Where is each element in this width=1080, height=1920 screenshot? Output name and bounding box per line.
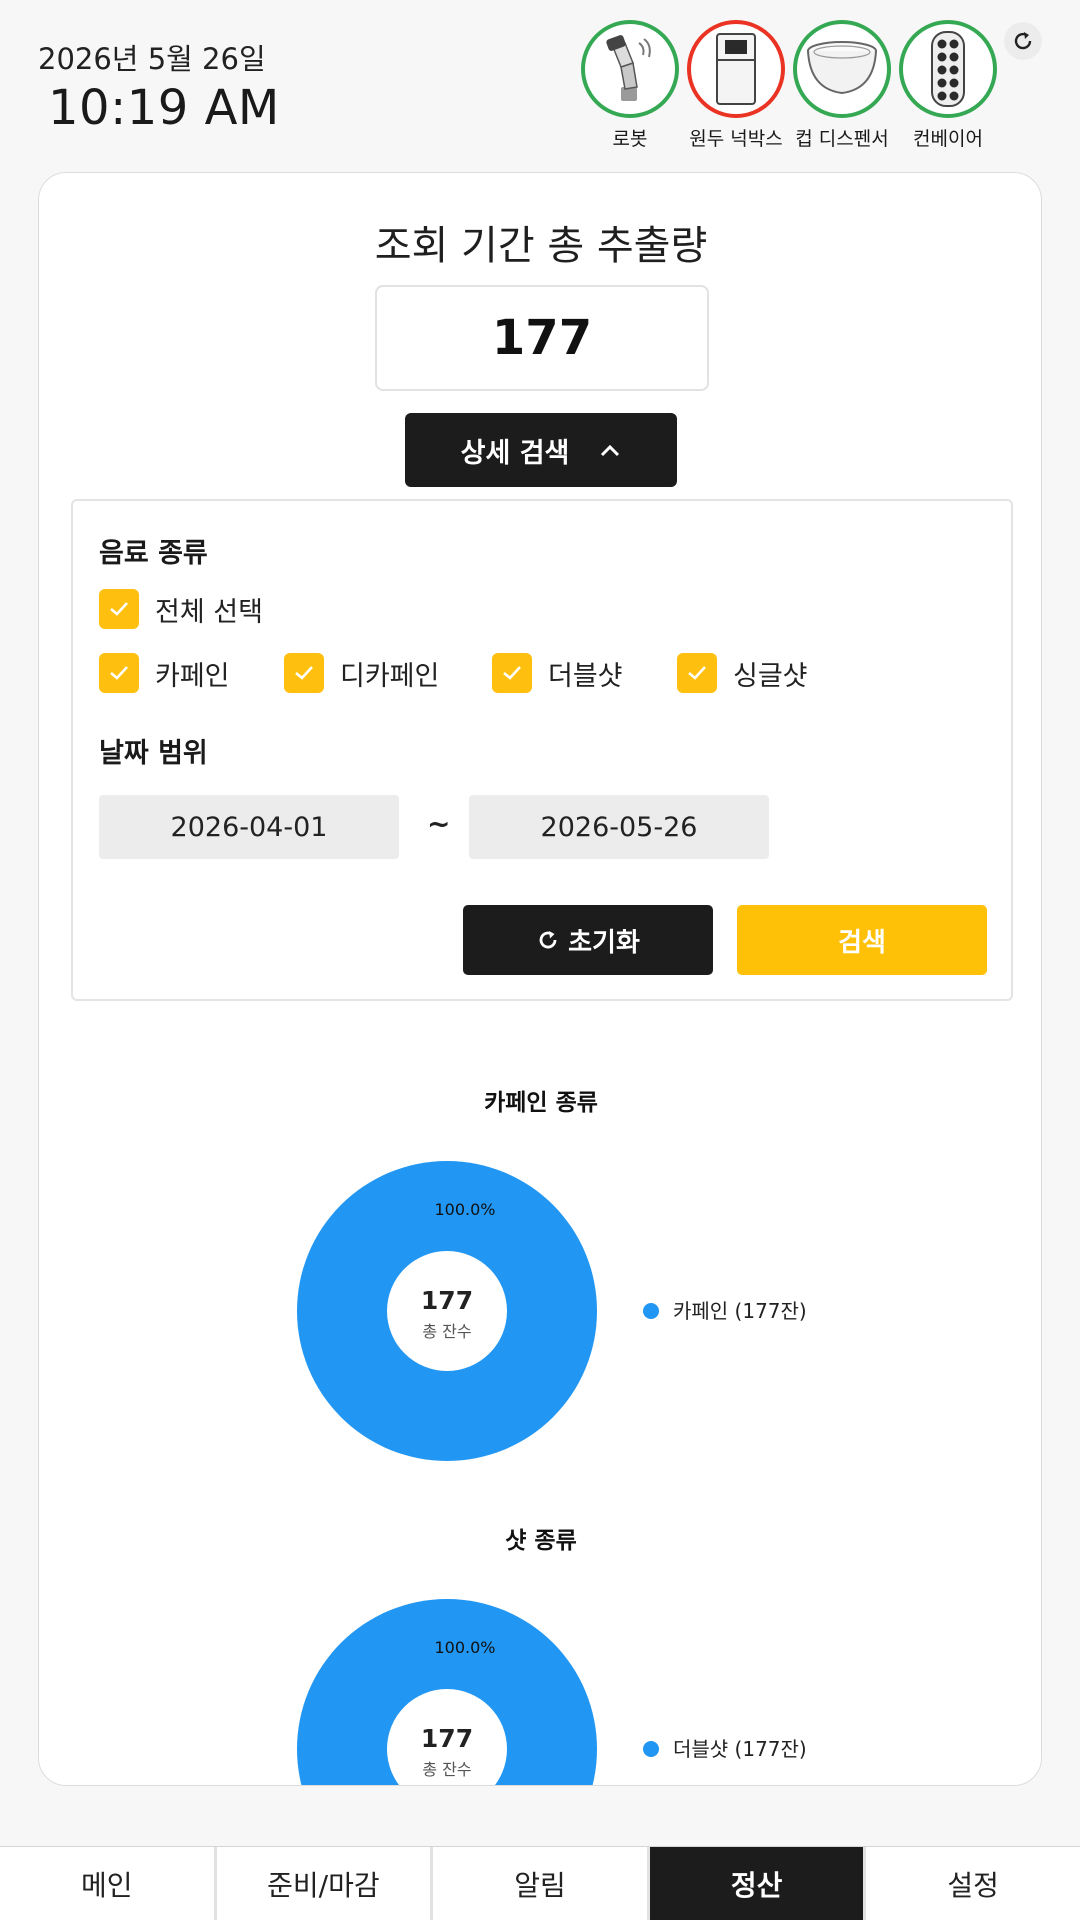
device-status-ring (793, 20, 891, 118)
check-icon (99, 653, 139, 693)
date-from-input[interactable]: 2026-04-01 (99, 795, 399, 859)
date-to-input[interactable]: 2026-05-26 (469, 795, 769, 859)
legend-label: 카페인 (177잔) (673, 1299, 807, 1323)
detail-search-label: 상세 검색 (460, 437, 570, 469)
chart-title-shot-type: 샷 종류 (505, 1528, 577, 1554)
filter-panel: 음료 종류 전체 선택 카페인 디카페인 더블샷 싱글샷 날짜 범위 2026-… (71, 499, 1013, 1001)
filter-checkbox-caffeine[interactable]: 카페인 (99, 653, 230, 693)
nav-tab-main[interactable]: 메인 (0, 1847, 217, 1920)
check-icon (284, 653, 324, 693)
select-all-label: 전체 선택 (155, 596, 263, 628)
legend-marker (643, 1741, 659, 1757)
donut-center-value: 177 (421, 1724, 473, 1753)
donut-center-label: 총 잔수 (422, 1760, 471, 1779)
filter-label-single-shot: 싱글샷 (733, 660, 808, 692)
nav-tab-settlement[interactable]: 정산 (649, 1847, 867, 1920)
device-knockbox-label: 원두 넉박스 (689, 128, 783, 150)
refresh-icon (539, 931, 557, 949)
knockbox-icon (716, 33, 756, 105)
refresh-icon (1014, 32, 1032, 50)
donut-center-label: 총 잔수 (422, 1322, 471, 1341)
reset-button[interactable]: 초기화 (463, 905, 713, 975)
legend-marker (643, 1303, 659, 1319)
check-icon (677, 653, 717, 693)
device-robot[interactable]: 로봇 (578, 20, 682, 151)
statistics-card: 조회 기간 총 추출량 177 상세 검색 음료 종류 전체 선택 카페인 디카… (38, 172, 1042, 1786)
chart-title-caffeine-type: 카페인 종류 (484, 1090, 598, 1116)
check-icon (492, 653, 532, 693)
legend-label: 더블샷 (177잔) (673, 1737, 807, 1761)
bottom-navigation: 메인 준비/마감 알림 정산 설정 (0, 1846, 1080, 1920)
device-status-ring (687, 20, 785, 118)
refresh-button[interactable] (1004, 22, 1042, 60)
device-conveyor-label: 컨베이어 (913, 128, 983, 150)
filter-checkbox-decaf[interactable]: 디카페인 (284, 653, 439, 693)
check-icon (99, 589, 139, 629)
filter-label-double-shot: 더블샷 (548, 660, 623, 692)
select-all-checkbox[interactable]: 전체 선택 (99, 589, 263, 629)
search-button[interactable]: 검색 (737, 905, 987, 975)
nav-tab-alerts[interactable]: 알림 (433, 1847, 650, 1920)
current-date: 2026년 5월 26일 (38, 42, 266, 76)
slice-percent-label: 100.0% (434, 1638, 495, 1657)
filter-label-decaf: 디카페인 (340, 660, 440, 692)
cup-dispenser-icon (807, 41, 877, 95)
reset-label: 초기화 (568, 927, 640, 958)
device-knockbox[interactable]: 원두 넉박스 (684, 20, 788, 151)
nav-tab-settings[interactable]: 설정 (866, 1847, 1080, 1920)
settlement-page: 2026년 5월 26일 10:19 AM 로봇 원두 넉박스 컵 디스펜서 컨… (0, 0, 1080, 1920)
donut-center-value: 177 (421, 1286, 473, 1315)
filter-label-caffeine: 카페인 (155, 660, 230, 692)
donut-chart-caffeine-type: 100.0% 카페인 (177잔) 177 총 잔수 (297, 1161, 807, 1461)
device-robot-label: 로봇 (612, 128, 648, 150)
top-status-bar: 2026년 5월 26일 10:19 AM 로봇 원두 넉박스 컵 디스펜서 컨… (0, 0, 1080, 168)
date-range-separator: ~ (427, 807, 451, 840)
detail-search-toggle-button[interactable]: 상세 검색 (405, 413, 677, 487)
filter-checkbox-single-shot[interactable]: 싱글샷 (677, 653, 808, 693)
device-status-ring (581, 20, 679, 118)
nav-tab-prepare-close[interactable]: 준비/마감 (217, 1847, 434, 1920)
filter-checkbox-double-shot[interactable]: 더블샷 (492, 653, 623, 693)
current-time: 10:19 AM (48, 80, 280, 136)
donut-chart-shot-type: 100.0% 더블샷 (177잔) 177 총 잔수 (297, 1599, 807, 1785)
conveyor-icon (931, 31, 965, 107)
robot-arm-icon (606, 35, 651, 101)
total-extraction-value: 177 (375, 285, 709, 391)
device-cup-dispenser[interactable]: 컵 디스펜서 (790, 20, 894, 151)
device-cup-dispenser-label: 컵 디스펜서 (795, 128, 889, 150)
beverage-type-label: 음료 종류 (99, 538, 208, 569)
total-extraction-title: 조회 기간 총 추출량 (374, 223, 708, 269)
date-range-label: 날짜 범위 (99, 738, 208, 769)
device-status-ring (899, 20, 997, 118)
chevron-up-icon (601, 444, 620, 457)
slice-percent-label: 100.0% (434, 1200, 495, 1219)
device-conveyor[interactable]: 컨베이어 (896, 20, 1000, 151)
